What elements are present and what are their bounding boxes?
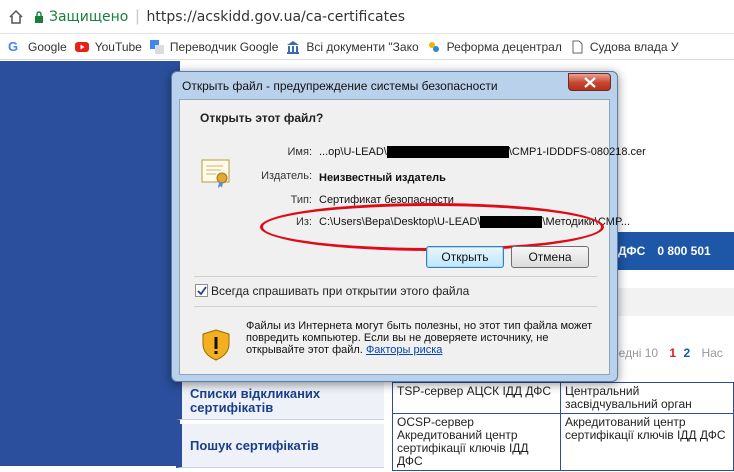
checkmark-icon (196, 285, 207, 295)
type-label: Тип: (290, 194, 312, 206)
table-cell: Акредитований центр сертифікації ключів … (560, 413, 734, 471)
hotline-bar: ДФС 0 800 501 (608, 232, 734, 270)
file-name-prefix: ...op\U-LEAD\ (319, 146, 387, 158)
bookmark-google[interactable]: G Google (8, 38, 67, 54)
lock-icon (35, 10, 43, 23)
dialog-question: Открыть этот файл? (200, 111, 324, 125)
document-icon (572, 40, 583, 53)
bookmark-label: YouTube (94, 39, 142, 54)
table-row: OCSP-сервер Акредитований центр сертифік… (392, 413, 734, 471)
bookmarks-bar: G Google YouTube Переводчик Google Всі д… (0, 34, 734, 60)
side-menu-revoked-lists[interactable]: Списки відкликаних сертифікатів (176, 382, 384, 420)
pager: редні 10 1 2 Нас (612, 346, 723, 360)
name-label: Имя: (287, 146, 312, 158)
risk-factors-link[interactable]: Факторы риска (366, 344, 442, 356)
cancel-button[interactable]: Отмена (511, 246, 589, 268)
dialog-title: Открыть файл - предупреждение системы бе… (182, 79, 498, 93)
bookmark-translate[interactable]: Переводчик Google (149, 39, 279, 54)
dialog-body: Открыть этот файл? Имя: ...op\U-LEAD\ \CM… (179, 99, 646, 375)
table-cell[interactable]: TSP-сервер АЦСК ІДД ДФС (392, 382, 561, 414)
law-icon (287, 40, 300, 54)
table-row: TSP-сервер АЦСК ІДД ДФС Центральний засв… (392, 382, 734, 414)
open-button[interactable]: Открыть (426, 246, 504, 268)
side-menu-search-certs[interactable]: Пошук сертифікатів (176, 424, 384, 468)
bookmark-youtube[interactable]: YouTube (74, 39, 142, 54)
bookmark-reform[interactable]: Реформа децентрал (427, 40, 562, 54)
translate-icon (149, 39, 164, 54)
hotline-label: ДФС (618, 244, 646, 258)
pager-prefix: редні 10 (612, 346, 659, 360)
publisher-label: Издатель: (261, 170, 312, 182)
bookmark-document[interactable]: Судова влада У (570, 39, 679, 54)
content-strip (608, 288, 734, 316)
close-icon (583, 76, 596, 88)
red-annotation-ellipse (260, 203, 604, 251)
file-name-suffix: \CMP1-IDDDFS-080218.cer (508, 146, 646, 158)
pager-suffix[interactable]: Нас (701, 346, 722, 360)
separator (194, 306, 597, 307)
home-icon[interactable] (8, 9, 24, 25)
bookmark-label: Реформа децентрал (446, 39, 562, 54)
secure-label: Защищено (49, 8, 129, 25)
hotline-number: 0 800 501 (657, 244, 711, 258)
reform-icon (428, 41, 439, 52)
separator (194, 276, 597, 277)
address-bar[interactable]: Защищено | https://acskidd.gov.ua/ca-cer… (0, 0, 734, 34)
pager-next-page[interactable]: 2 (683, 346, 690, 360)
bookmark-label: Всі документи "Зако (306, 39, 419, 54)
close-button[interactable] (568, 73, 611, 91)
certificates-table: TSP-сервер АЦСК ІДД ДФС Центральний засв… (392, 382, 734, 471)
always-ask-checkbox[interactable] (195, 284, 208, 297)
bookmark-law[interactable]: Всі документи "Зако (286, 39, 419, 54)
youtube-icon (74, 41, 89, 52)
url-text[interactable]: https://acskidd.gov.ua/ca-certificates (147, 9, 406, 25)
table-cell: Центральний засвідчувальний орган (560, 382, 734, 414)
side-menu: Списки відкликаних сертифікатів Пошук се… (176, 382, 384, 472)
certificate-icon (201, 159, 230, 188)
redaction-bar (386, 146, 509, 159)
bookmark-label: Судова влада У (589, 39, 679, 54)
warning-message: Файлы из Интернета могут быть полезны, н… (246, 320, 596, 356)
security-warning-dialog: Открыть файл - предупреждение системы бе… (171, 71, 646, 382)
always-ask-label[interactable]: Всегда спрашивать при открытии этого фай… (211, 284, 469, 298)
security-shield-icon (202, 329, 230, 361)
pager-current-page[interactable]: 1 (669, 346, 676, 360)
table-cell[interactable]: OCSP-сервер Акредитований центр сертифік… (392, 413, 561, 471)
bookmark-label: Переводчик Google (169, 39, 279, 54)
google-icon: G (8, 38, 19, 54)
publisher-value: Неизвестный издатель (319, 172, 446, 184)
file-name: ...op\U-LEAD\ \CMP1-IDDDFS-080218.cer (319, 146, 646, 159)
page-header-banner (0, 61, 180, 466)
bookmark-label: Google (28, 39, 67, 54)
address-separator: | (135, 7, 140, 25)
